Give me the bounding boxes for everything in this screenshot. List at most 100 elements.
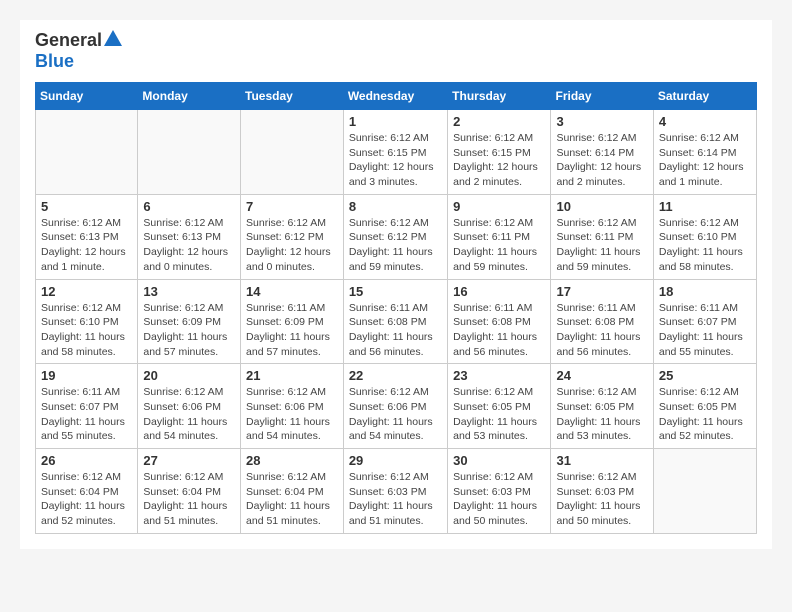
main-container: General Blue SundayMondayTuesdayWednesda… [20,20,772,549]
day-info: Sunrise: 6:11 AM Sunset: 6:08 PM Dayligh… [349,301,442,360]
calendar-cell: 24Sunrise: 6:12 AM Sunset: 6:05 PM Dayli… [551,364,653,449]
day-info: Sunrise: 6:12 AM Sunset: 6:09 PM Dayligh… [143,301,235,360]
day-info: Sunrise: 6:12 AM Sunset: 6:03 PM Dayligh… [453,470,545,529]
calendar-table: SundayMondayTuesdayWednesdayThursdayFrid… [35,82,757,534]
weekday-header-friday: Friday [551,83,653,110]
calendar-week-row: 19 Sunrise: 6:11 AM Sunset: 6:07 PM Dayli… [36,364,757,449]
day-number: 5 [41,199,132,214]
calendar-week-row: 26 Sunrise: 6:12 AM Sunset: 6:04 PM Dayli… [36,449,757,534]
day-number: 20 [143,368,235,383]
calendar-cell: 14Sunrise: 6:11 AM Sunset: 6:09 PM Dayli… [241,279,344,364]
weekday-header-thursday: Thursday [448,83,551,110]
day-info: Sunrise: 6:12 AM Sunset: 6:12 PM Dayligh… [246,216,338,275]
day-number: 9 [453,199,545,214]
day-number: 12 [41,284,132,299]
day-number: 25 [659,368,751,383]
day-info: Sunrise: 6:12 AM Sunset: 6:05 PM Dayligh… [453,385,545,444]
day-info: Sunrise: 6:12 AM Sunset: 6:11 PM Dayligh… [453,216,545,275]
day-number: 23 [453,368,545,383]
day-number: 8 [349,199,442,214]
day-number: 13 [143,284,235,299]
day-number: 19 [41,368,132,383]
day-number: 18 [659,284,751,299]
day-info: Sunrise: 6:11 AM Sunset: 6:07 PM Dayligh… [659,301,751,360]
calendar-cell: 31 Sunrise: 6:12 AM Sunset: 6:03 PM Dayli… [551,449,653,534]
weekday-header-sunday: Sunday [36,83,138,110]
logo: General Blue [35,30,122,72]
calendar-cell: 23 Sunrise: 6:12 AM Sunset: 6:05 PM Dayli… [448,364,551,449]
day-info: Sunrise: 6:12 AM Sunset: 6:04 PM Dayligh… [41,470,132,529]
day-info: Sunrise: 6:12 AM Sunset: 6:06 PM Dayligh… [349,385,442,444]
calendar-cell: 29 Sunrise: 6:12 AM Sunset: 6:03 PM Dayli… [343,449,447,534]
calendar-cell: 15Sunrise: 6:11 AM Sunset: 6:08 PM Dayli… [343,279,447,364]
day-info: Sunrise: 6:12 AM Sunset: 6:03 PM Dayligh… [556,470,647,529]
day-info: Sunrise: 6:11 AM Sunset: 6:08 PM Dayligh… [453,301,545,360]
day-number: 24 [556,368,647,383]
calendar-week-row: 12 Sunrise: 6:12 AM Sunset: 6:10 PM Dayli… [36,279,757,364]
day-info: Sunrise: 6:12 AM Sunset: 6:06 PM Dayligh… [143,385,235,444]
logo-general-text: General [35,30,102,51]
day-number: 21 [246,368,338,383]
day-info: Sunrise: 6:11 AM Sunset: 6:07 PM Dayligh… [41,385,132,444]
day-info: Sunrise: 6:12 AM Sunset: 6:04 PM Dayligh… [246,470,338,529]
day-number: 3 [556,114,647,129]
calendar-cell: 9 Sunrise: 6:12 AM Sunset: 6:11 PM Daylig… [448,194,551,279]
calendar-cell: 26 Sunrise: 6:12 AM Sunset: 6:04 PM Dayli… [36,449,138,534]
day-number: 26 [41,453,132,468]
calendar-week-row: 1 Sunrise: 6:12 AM Sunset: 6:15 PM Daylig… [36,110,757,195]
day-info: Sunrise: 6:11 AM Sunset: 6:08 PM Dayligh… [556,301,647,360]
day-number: 29 [349,453,442,468]
calendar-cell: 13 Sunrise: 6:12 AM Sunset: 6:09 PM Dayli… [138,279,241,364]
calendar-cell: 3 Sunrise: 6:12 AM Sunset: 6:14 PM Daylig… [551,110,653,195]
day-number: 6 [143,199,235,214]
calendar-cell: 27 Sunrise: 6:12 AM Sunset: 6:04 PM Dayli… [138,449,241,534]
weekday-header-monday: Monday [138,83,241,110]
header: General Blue [35,30,757,72]
day-info: Sunrise: 6:12 AM Sunset: 6:15 PM Dayligh… [453,131,545,190]
calendar-cell: 11 Sunrise: 6:12 AM Sunset: 6:10 PM Dayli… [653,194,756,279]
day-number: 17 [556,284,647,299]
calendar-cell: 12 Sunrise: 6:12 AM Sunset: 6:10 PM Dayli… [36,279,138,364]
day-info: Sunrise: 6:12 AM Sunset: 6:14 PM Dayligh… [659,131,751,190]
day-number: 31 [556,453,647,468]
calendar-cell: 4 Sunrise: 6:12 AM Sunset: 6:14 PM Daylig… [653,110,756,195]
calendar-cell: 10 Sunrise: 6:12 AM Sunset: 6:11 PM Dayli… [551,194,653,279]
day-info: Sunrise: 6:12 AM Sunset: 6:13 PM Dayligh… [41,216,132,275]
day-number: 11 [659,199,751,214]
day-info: Sunrise: 6:12 AM Sunset: 6:03 PM Dayligh… [349,470,442,529]
calendar-cell: 21 Sunrise: 6:12 AM Sunset: 6:06 PM Dayli… [241,364,344,449]
calendar-cell [241,110,344,195]
day-info: Sunrise: 6:12 AM Sunset: 6:14 PM Dayligh… [556,131,647,190]
weekday-header-saturday: Saturday [653,83,756,110]
calendar-cell: 20 Sunrise: 6:12 AM Sunset: 6:06 PM Dayli… [138,364,241,449]
day-info: Sunrise: 6:12 AM Sunset: 6:11 PM Dayligh… [556,216,647,275]
calendar-cell: 25 Sunrise: 6:12 AM Sunset: 6:05 PM Dayli… [653,364,756,449]
calendar-cell: 6Sunrise: 6:12 AM Sunset: 6:13 PM Daylig… [138,194,241,279]
calendar-cell: 2 Sunrise: 6:12 AM Sunset: 6:15 PM Daylig… [448,110,551,195]
day-number: 4 [659,114,751,129]
day-info: Sunrise: 6:12 AM Sunset: 6:04 PM Dayligh… [143,470,235,529]
weekday-header-tuesday: Tuesday [241,83,344,110]
day-info: Sunrise: 6:12 AM Sunset: 6:10 PM Dayligh… [41,301,132,360]
day-info: Sunrise: 6:11 AM Sunset: 6:09 PM Dayligh… [246,301,338,360]
day-info: Sunrise: 6:12 AM Sunset: 6:12 PM Dayligh… [349,216,442,275]
day-info: Sunrise: 6:12 AM Sunset: 6:06 PM Dayligh… [246,385,338,444]
day-number: 27 [143,453,235,468]
day-number: 28 [246,453,338,468]
day-info: Sunrise: 6:12 AM Sunset: 6:05 PM Dayligh… [659,385,751,444]
day-number: 7 [246,199,338,214]
calendar-week-row: 5 Sunrise: 6:12 AM Sunset: 6:13 PM Daylig… [36,194,757,279]
day-info: Sunrise: 6:12 AM Sunset: 6:10 PM Dayligh… [659,216,751,275]
day-number: 22 [349,368,442,383]
weekday-header-wednesday: Wednesday [343,83,447,110]
calendar-cell: 19 Sunrise: 6:11 AM Sunset: 6:07 PM Dayli… [36,364,138,449]
day-number: 10 [556,199,647,214]
day-number: 2 [453,114,545,129]
calendar-cell [138,110,241,195]
calendar-cell: 30Sunrise: 6:12 AM Sunset: 6:03 PM Dayli… [448,449,551,534]
logo-icon [104,30,122,46]
calendar-cell [653,449,756,534]
weekday-header-row: SundayMondayTuesdayWednesdayThursdayFrid… [36,83,757,110]
logo-blue-text: Blue [35,51,74,71]
day-number: 1 [349,114,442,129]
